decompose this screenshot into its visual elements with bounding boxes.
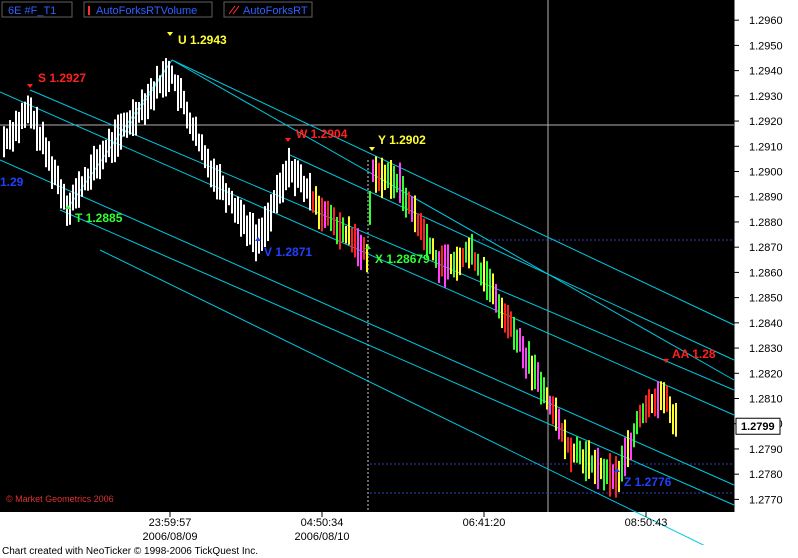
pivot-text: W 1.2904 xyxy=(296,127,348,141)
y-tick-label: 1.2810 xyxy=(749,394,783,406)
y-tick-label: 1.2770 xyxy=(749,494,783,506)
pivot-text: T 1.2885 xyxy=(75,211,123,225)
pivot-text: X 1.28679 xyxy=(375,252,430,266)
y-tick-label: 1.2940 xyxy=(749,66,783,78)
x-tick-label: 06:41:20 xyxy=(463,517,506,529)
tab-volume-label: AutoForksRTVolume xyxy=(96,5,197,17)
x-tick-label: 04:50:34 xyxy=(301,517,344,529)
pivot-text: Y 1.2902 xyxy=(378,133,426,147)
y-tick-label: 1.2950 xyxy=(749,40,783,52)
copyright-text: © Market Geometrics 2006 xyxy=(6,494,114,504)
y-tick-label: 1.2960 xyxy=(749,15,783,27)
x-tick-label: 08:50:43 xyxy=(625,517,668,529)
y-tick-label: 1.2780 xyxy=(749,469,783,481)
pivot-text: V 1.2871 xyxy=(264,245,312,259)
y-tick-label: 1.2840 xyxy=(749,318,783,330)
chart-window: 6E #F_T1 AutoForksRTVolume AutoForksRT S… xyxy=(0,0,798,558)
y-tick-label: 1.2790 xyxy=(749,444,783,456)
y-tick-label: 1.2820 xyxy=(749,368,783,380)
y-tick-label: 1.2850 xyxy=(749,293,783,305)
x-date-label: 2006/08/09 xyxy=(142,531,197,543)
y-tick-label: 1.2910 xyxy=(749,141,783,153)
footer-credit: Chart created with NeoTicker © 1998-2006… xyxy=(0,545,798,558)
y-tick-label: 1.2890 xyxy=(749,192,783,204)
pivot-text: Z 1.2776 xyxy=(624,475,672,489)
pivot-text: S 1.2927 xyxy=(38,71,86,85)
y-tick-label: 1.2830 xyxy=(749,343,783,355)
tab-forks-label: AutoForksRT xyxy=(243,5,308,17)
chart-canvas: 6E #F_T1 AutoForksRTVolume AutoForksRT S… xyxy=(0,0,798,545)
header-tabs: 6E #F_T1 AutoForksRTVolume AutoForksRT xyxy=(1,1,313,18)
pivot-text: U 1.2943 xyxy=(178,33,227,47)
current-price-label: 1.2799 xyxy=(741,421,775,433)
y-tick-label: 1.2920 xyxy=(749,116,783,128)
tab-symbol-label: 6E #F_T1 xyxy=(8,5,56,17)
x-tick-label: 23:59:57 xyxy=(149,517,192,529)
y-tick-label: 1.2930 xyxy=(749,91,783,103)
y-tick-label: 1.2870 xyxy=(749,242,783,254)
y-tick-label: 1.2880 xyxy=(749,217,783,229)
pivot-text: AA 1.28 xyxy=(672,347,716,361)
x-date-label: 2006/08/10 xyxy=(294,531,349,543)
y-tick-label: 1.2900 xyxy=(749,167,783,179)
edge-label: 1.29 xyxy=(0,175,24,189)
y-tick-label: 1.2860 xyxy=(749,267,783,279)
